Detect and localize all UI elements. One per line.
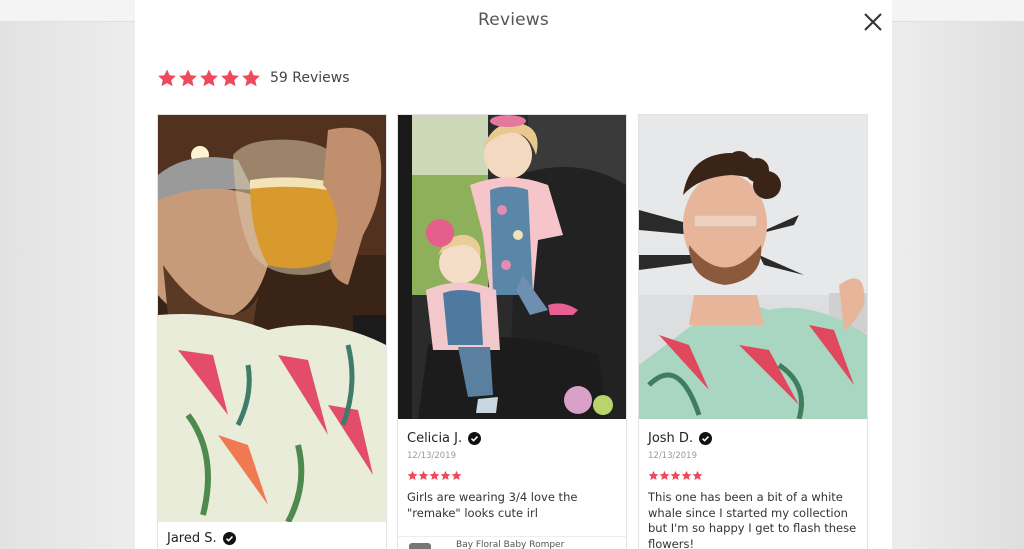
product-thumbnail [409,543,431,549]
review-stars [407,470,617,481]
star-icon [242,69,260,87]
verified-check-icon [468,431,482,445]
reviewer-name: Jared S. [167,530,217,546]
review-date: 12/13/2019 [648,451,697,461]
star-icon [648,470,659,481]
star-icon [200,69,218,87]
review-info: Jared S. [158,529,386,547]
modal-title: Reviews [478,10,549,30]
verified-check-icon [222,531,236,545]
close-button[interactable] [862,11,884,33]
star-icon [670,470,681,481]
review-stars [648,470,858,481]
review-date: 12/13/2019 [407,451,456,461]
review-card[interactable]: Celicia J. 12/13/2019 Girls are wearing … [397,114,627,549]
reviews-modal: Reviews 59 Reviews Jared S. Celicia J. 1… [135,0,892,549]
star-icon [221,69,239,87]
reviewer-name: Celicia J. [407,430,463,446]
review-text: This one has been a bit of a white whale… [648,490,857,549]
rating-summary: 59 Reviews [157,66,350,90]
reviewer-name: Josh D. [648,430,694,446]
star-icon [451,470,462,481]
review-count: 59 Reviews [270,70,350,86]
review-photo[interactable] [158,115,386,522]
star-icon [407,470,418,481]
star-icon [179,69,197,87]
product-label: Bay Floral Baby Romper [456,540,565,549]
star-icon [429,470,440,481]
star-icon [418,470,429,481]
review-card[interactable]: Josh D. 12/13/2019 This one has been a b… [638,114,868,549]
review-info: Josh D. 12/13/2019 This one has been a b… [639,429,867,549]
star-icon [158,69,176,87]
summary-stars [157,68,261,88]
close-icon [864,13,882,31]
star-icon [681,470,692,481]
verified-check-icon [699,431,713,445]
review-photo[interactable] [639,115,867,419]
star-icon [692,470,703,481]
review-card[interactable]: Jared S. [157,114,387,549]
review-photo[interactable] [398,115,626,419]
star-icon [440,470,451,481]
review-info: Celicia J. 12/13/2019 Girls are wearing … [398,429,626,521]
star-icon [659,470,670,481]
review-text: Girls are wearing 3/4 love the "remake" … [407,490,578,520]
product-strip[interactable]: Bay Floral Baby Romper [398,536,626,549]
